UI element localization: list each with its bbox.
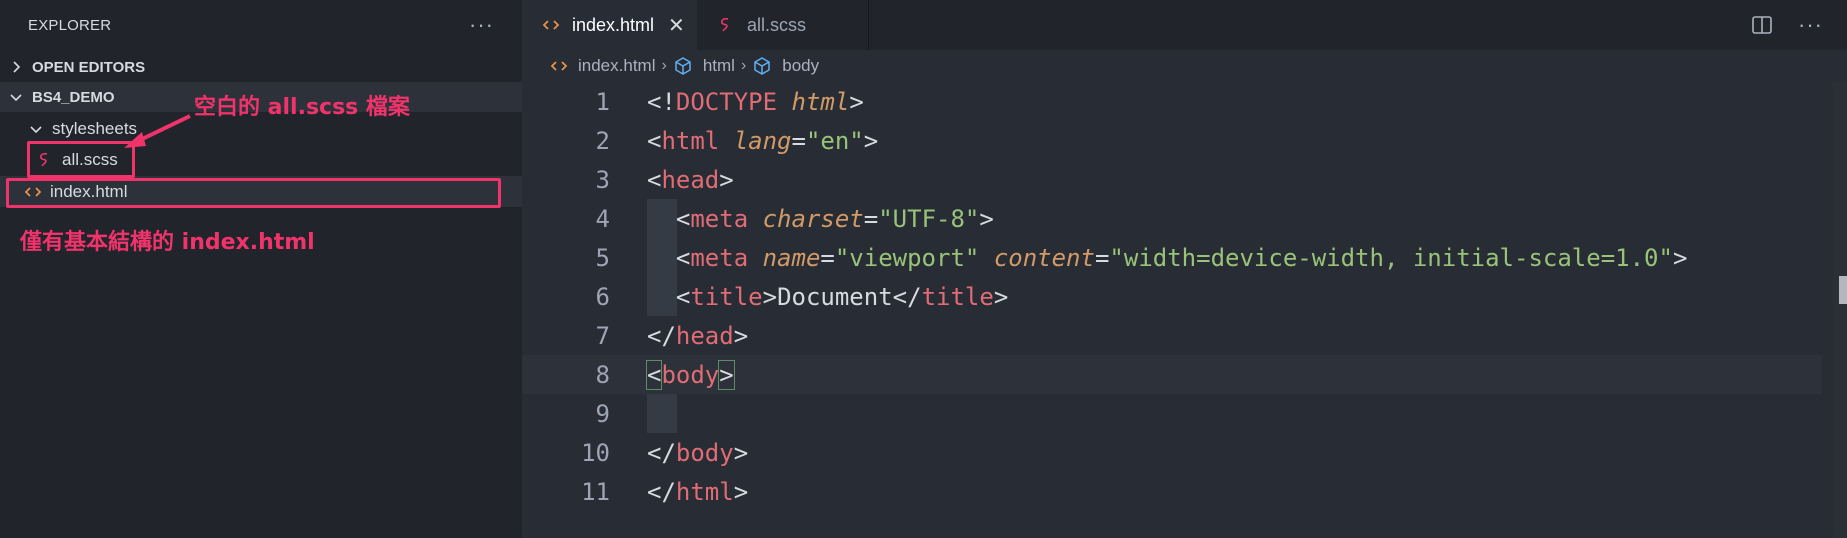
sidebar-header: EXPLORER ··· — [0, 0, 522, 50]
tab-bar: index.html ✕ all.scss — [522, 0, 1847, 50]
code-line: 3 <head> — [522, 160, 1822, 199]
code-text: <head> — [647, 165, 734, 194]
line-number: 10 — [581, 438, 610, 467]
scrollbar[interactable] — [1833, 82, 1847, 538]
html-file-icon — [550, 57, 568, 75]
code-line: 10 </body> — [522, 433, 1822, 472]
line-number: 1 — [595, 87, 610, 116]
code-line: 11 </html> — [522, 472, 1822, 511]
code-line: 7 </head> — [522, 316, 1822, 355]
tab-label: index.html — [572, 14, 655, 35]
chevron-right-icon — [8, 59, 24, 75]
code-text: </body> — [647, 438, 749, 467]
breadcrumb-label: html — [702, 56, 735, 75]
line-number: 11 — [581, 477, 610, 506]
line-number: 4 — [595, 204, 610, 233]
line-number: 3 — [595, 165, 610, 194]
close-icon[interactable]: ✕ — [668, 13, 685, 38]
chevron-down-icon — [8, 89, 24, 105]
annotation-box-scss — [27, 141, 135, 178]
line-number: 7 — [595, 321, 610, 350]
code-text: <title>Document</title> — [675, 282, 1009, 311]
sidebar-title: EXPLORER — [28, 16, 112, 34]
tab-all-scss[interactable]: all.scss — [697, 0, 869, 50]
code-line: 1 <!DOCTYPE html> — [522, 82, 1822, 121]
explorer-sidebar: EXPLORER ··· OPEN EDITORS BS4_DEMO style… — [0, 0, 522, 538]
chevron-right-icon: › — [740, 57, 747, 74]
scss-file-icon — [717, 16, 735, 34]
annotation-empty-scss: 空白的 all.scss 檔案 — [194, 95, 410, 120]
chevron-down-icon — [28, 121, 44, 137]
editor-area: index.html ✕ all.scss ··· index.html › h… — [522, 0, 1847, 538]
code-text: <meta name="viewport" content="width=dev… — [675, 243, 1688, 272]
chevron-right-icon: › — [661, 57, 667, 74]
breadcrumb-label: index.html — [578, 56, 656, 75]
sidebar-more-icon[interactable]: ··· — [469, 12, 494, 38]
line-number: 8 — [595, 360, 610, 389]
code-text: </html> — [647, 477, 749, 506]
code-line: 4 <meta charset="UTF-8"> — [522, 199, 1822, 238]
cube-icon — [752, 56, 772, 76]
scrollbar-thumb[interactable] — [1839, 276, 1847, 304]
code-line: 6 <title>Document</title> — [522, 277, 1822, 316]
annotation-basic-html: 僅有基本結構的 index.html — [20, 230, 315, 255]
indent-guide — [647, 394, 677, 433]
line-number: 2 — [595, 126, 610, 155]
code-text: <html lang="en"> — [647, 126, 879, 155]
code-text: <!DOCTYPE html> — [647, 87, 864, 116]
code-line: 5 <meta name="viewport" content="width=d… — [522, 238, 1822, 277]
section-project-label: BS4_DEMO — [32, 88, 115, 106]
cube-icon — [673, 56, 693, 76]
annotation-box-html — [6, 178, 501, 208]
breadcrumb: index.html › html › body — [522, 50, 819, 82]
breadcrumb-label: body — [782, 56, 820, 75]
section-open-editors[interactable]: OPEN EDITORS — [0, 52, 522, 82]
tab-label: all.scss — [747, 14, 807, 35]
editor-actions: ··· — [1752, 0, 1823, 50]
breadcrumb-item-body[interactable]: body — [752, 56, 819, 76]
html-file-icon — [542, 16, 560, 34]
breadcrumb-item-file[interactable]: index.html — [550, 56, 655, 76]
code-line: 9 — [522, 394, 1822, 433]
editor-more-icon[interactable]: ··· — [1798, 12, 1823, 38]
code-line-current: 8 <body> — [522, 355, 1822, 394]
line-number: 9 — [595, 399, 610, 428]
code-text: <body> — [645, 359, 735, 390]
section-open-editors-label: OPEN EDITORS — [32, 58, 146, 76]
code-text: </head> — [647, 321, 749, 350]
code-line: 2 <html lang="en"> — [522, 121, 1822, 160]
line-number: 6 — [595, 282, 610, 311]
code-text: <meta charset="UTF-8"> — [675, 204, 994, 233]
line-number: 5 — [595, 243, 610, 272]
tab-index-html[interactable]: index.html ✕ — [522, 0, 697, 50]
split-editor-icon[interactable] — [1752, 16, 1772, 34]
breadcrumb-item-html[interactable]: html — [673, 56, 735, 76]
code-editor[interactable]: 1 <!DOCTYPE html> 2 <html lang="en"> 3 <… — [522, 82, 1822, 511]
